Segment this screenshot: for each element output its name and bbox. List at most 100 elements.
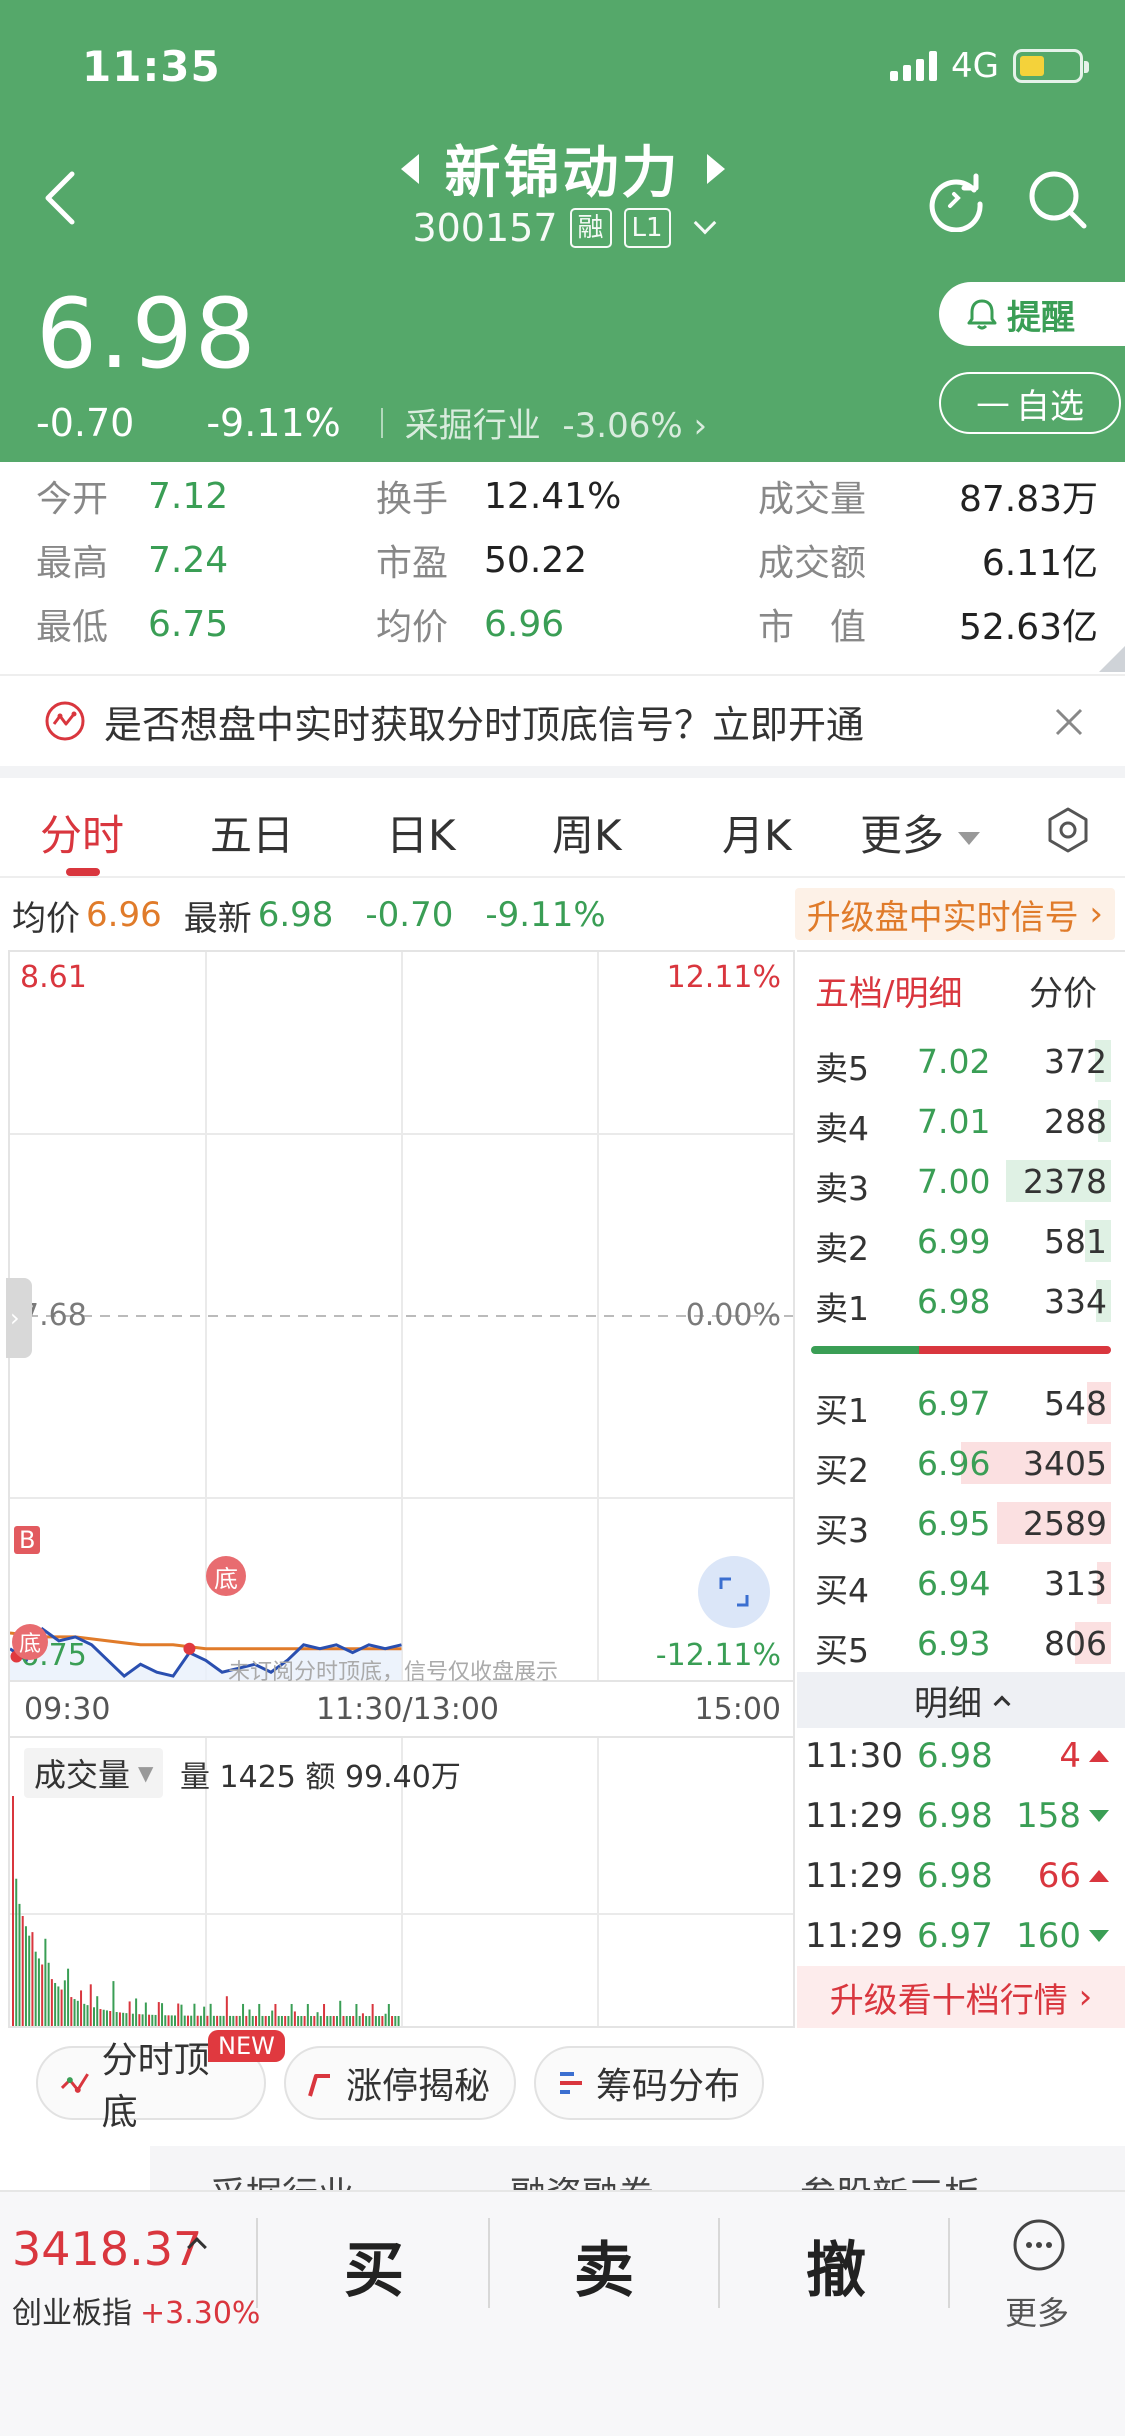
fullscreen-button[interactable] [698, 1556, 770, 1628]
stock-name: 新锦动力 [444, 141, 681, 206]
chevron-down-icon [693, 211, 716, 235]
volume-bar [303, 2015, 306, 2026]
bid-volume: 313 [1044, 1564, 1107, 1603]
tab-monthly-k[interactable]: 月K [722, 802, 792, 863]
volume-bar [368, 2015, 371, 2026]
limit-up-chip[interactable]: 涨停揭秘 [284, 2046, 516, 2120]
ask-row[interactable]: 卖4 7.01 288 [797, 1092, 1125, 1150]
time-axis: 09:30 11:30/13:00 15:00 [8, 1682, 795, 1736]
volume-bar [255, 2015, 257, 2026]
volume-bar [280, 2015, 283, 2026]
volume-bar [212, 2015, 215, 2026]
volume-indicator-select[interactable]: 成交量 ▼ [24, 1748, 164, 1798]
volume-bar [161, 2003, 164, 2026]
volume-bar [290, 2003, 293, 2026]
more-icon[interactable] [1012, 2218, 1066, 2272]
detail-header[interactable]: 明细 [797, 1672, 1125, 1728]
volume-bar [80, 1990, 83, 2026]
signal-icon [45, 701, 85, 741]
more-label[interactable]: 更多 [1005, 2288, 1069, 2334]
bid-row[interactable]: 买4 6.94 313 [797, 1554, 1125, 1612]
tab-daily-k[interactable]: 日K [386, 802, 456, 863]
upgrade-level2-link[interactable]: 升级看十档行情 › [797, 1966, 1125, 2028]
intraday-chart[interactable]: 8.61 7.68 6.75 12.11% 0.00% -12.11% › B … [6, 950, 795, 1685]
bid-price: 6.97 [917, 1384, 991, 1423]
volume-bar [112, 1981, 115, 2026]
industry-link[interactable]: 采掘行业 -3.06% › [405, 398, 707, 447]
cancel-order-button[interactable]: 撤 [776, 2222, 896, 2309]
settings-icon[interactable] [1044, 806, 1092, 854]
volume-cell: 成交量 87.83万 [758, 479, 1098, 520]
volume-bar [313, 2015, 316, 2026]
tab-order-book[interactable]: 五档/明细 [815, 966, 962, 1015]
level-tag: L1 [623, 208, 671, 248]
tab-weekly-k[interactable]: 周K [552, 802, 622, 863]
tick-price: 6.97 [917, 1916, 993, 1956]
current-price: 6.98 [36, 278, 258, 390]
bars-icon [560, 2072, 582, 2094]
volume-bar [374, 2015, 377, 2026]
network-label: 4G [951, 46, 999, 86]
volume-bar [190, 2015, 193, 2026]
tab-five-day[interactable]: 五日 [210, 802, 294, 863]
volume-bar [125, 2013, 128, 2026]
volume-bar [47, 1962, 50, 2026]
volume-info: 量 1425 额 99.40万 [180, 1760, 461, 1795]
ask-price: 6.98 [917, 1282, 991, 1321]
volume-bar [355, 2003, 358, 2026]
period-tabs: 分时 五日 日K 周K 月K 更多 [0, 778, 1125, 878]
volume-bar [339, 2000, 342, 2026]
close-icon[interactable] [1053, 706, 1085, 738]
volume-bar [93, 2007, 95, 2026]
ask-volume: 2378 [1023, 1162, 1107, 1201]
ask-price: 6.99 [917, 1222, 991, 1261]
ask-row[interactable]: 卖3 7.00 2378 [797, 1152, 1125, 1210]
volume-bar [323, 2003, 326, 2026]
section-divider [0, 766, 1125, 778]
volume-bar [371, 2003, 374, 2026]
volume-bar [170, 2015, 173, 2026]
upgrade-signal-link[interactable]: 升级盘中实时信号 › [794, 888, 1115, 940]
bid-row[interactable]: 买2 6.96 3405 [797, 1434, 1125, 1492]
tab-price-distribution[interactable]: 分价 [1029, 966, 1097, 1015]
volume-bar [60, 1989, 63, 2026]
volume-bar [148, 2014, 151, 2026]
remind-button[interactable]: 提醒 [939, 282, 1125, 346]
ask-row[interactable]: 卖1 6.98 334 [797, 1272, 1125, 1330]
volume-bar [271, 2010, 274, 2026]
trade-tick-row: 11:29 6.97 160 [797, 1908, 1125, 1966]
buy-button[interactable]: 买 [314, 2222, 434, 2309]
volume-bar [57, 1986, 60, 2026]
bid-row[interactable]: 买3 6.95 2589 [797, 1494, 1125, 1552]
volume-bar [387, 2003, 390, 2026]
signal-banner[interactable]: 是否想盘中实时获取分时顶底信号？立即开通 [0, 674, 1125, 766]
ask-row[interactable]: 卖5 7.02 372 [797, 1032, 1125, 1090]
watchlist-button[interactable]: — 自选 [939, 372, 1121, 434]
info-change: -0.70 [365, 895, 454, 935]
sell-button[interactable]: 卖 [544, 2222, 664, 2309]
refresh-icon[interactable] [924, 168, 988, 232]
arrow-up-icon [1089, 1750, 1109, 1762]
limit-up-icon [308, 2074, 330, 2097]
expand-corner-icon[interactable] [1099, 646, 1125, 672]
tab-intraday[interactable]: 分时 [40, 802, 124, 863]
prev-stock-icon[interactable] [400, 153, 419, 184]
price-chart-svg [10, 952, 793, 1680]
chip-distribution-chip[interactable]: 筹码分布 [534, 2046, 764, 2120]
volume-chart[interactable]: 成交量 ▼ 量 1425 额 99.40万 [8, 1736, 795, 2028]
tab-more[interactable]: 更多 [860, 802, 981, 863]
related-tags-strip[interactable]: 采掘行业 融资融券 参股新三板 [150, 2146, 1125, 2192]
arrow-down-icon [1089, 1810, 1109, 1822]
volume-bar [274, 2003, 277, 2026]
volume-bar [177, 2003, 180, 2026]
bid-row[interactable]: 买1 6.97 548 [797, 1374, 1125, 1432]
ask-row[interactable]: 卖2 6.99 581 [797, 1212, 1125, 1270]
time-end: 15:00 [694, 1692, 781, 1727]
side-drawer-handle[interactable]: › [6, 1278, 32, 1358]
search-icon[interactable] [1026, 168, 1090, 232]
bottom-signal-marker-2: 底 [12, 1624, 48, 1660]
volume-bar [144, 2002, 147, 2026]
ask-volume: 372 [1044, 1042, 1107, 1081]
bid-row[interactable]: 买5 6.93 806 [797, 1614, 1125, 1672]
next-stock-icon[interactable] [706, 153, 725, 184]
